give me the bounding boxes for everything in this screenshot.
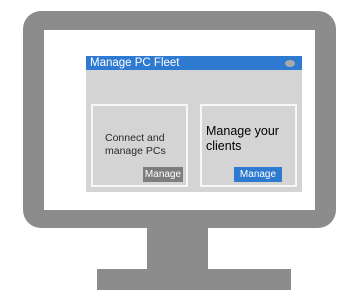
monitor-stand-base xyxy=(97,269,291,290)
window-control-icon[interactable] xyxy=(285,60,295,67)
window-title: Manage PC Fleet xyxy=(90,57,180,69)
card-description: Manage your clients xyxy=(206,124,279,153)
card-description: Connect and manage PCs xyxy=(105,132,166,157)
app-window: Manage PC Fleet Connect and manage PCs M… xyxy=(86,56,302,192)
monitor-stand-neck xyxy=(147,228,208,269)
title-bar: Manage PC Fleet xyxy=(86,56,302,70)
manage-clients-button[interactable]: Manage xyxy=(234,167,282,182)
card-connect-pcs: Connect and manage PCs Manage xyxy=(91,104,188,187)
manage-pcs-button[interactable]: Manage xyxy=(143,167,183,182)
card-manage-clients: Manage your clients Manage xyxy=(200,104,297,187)
